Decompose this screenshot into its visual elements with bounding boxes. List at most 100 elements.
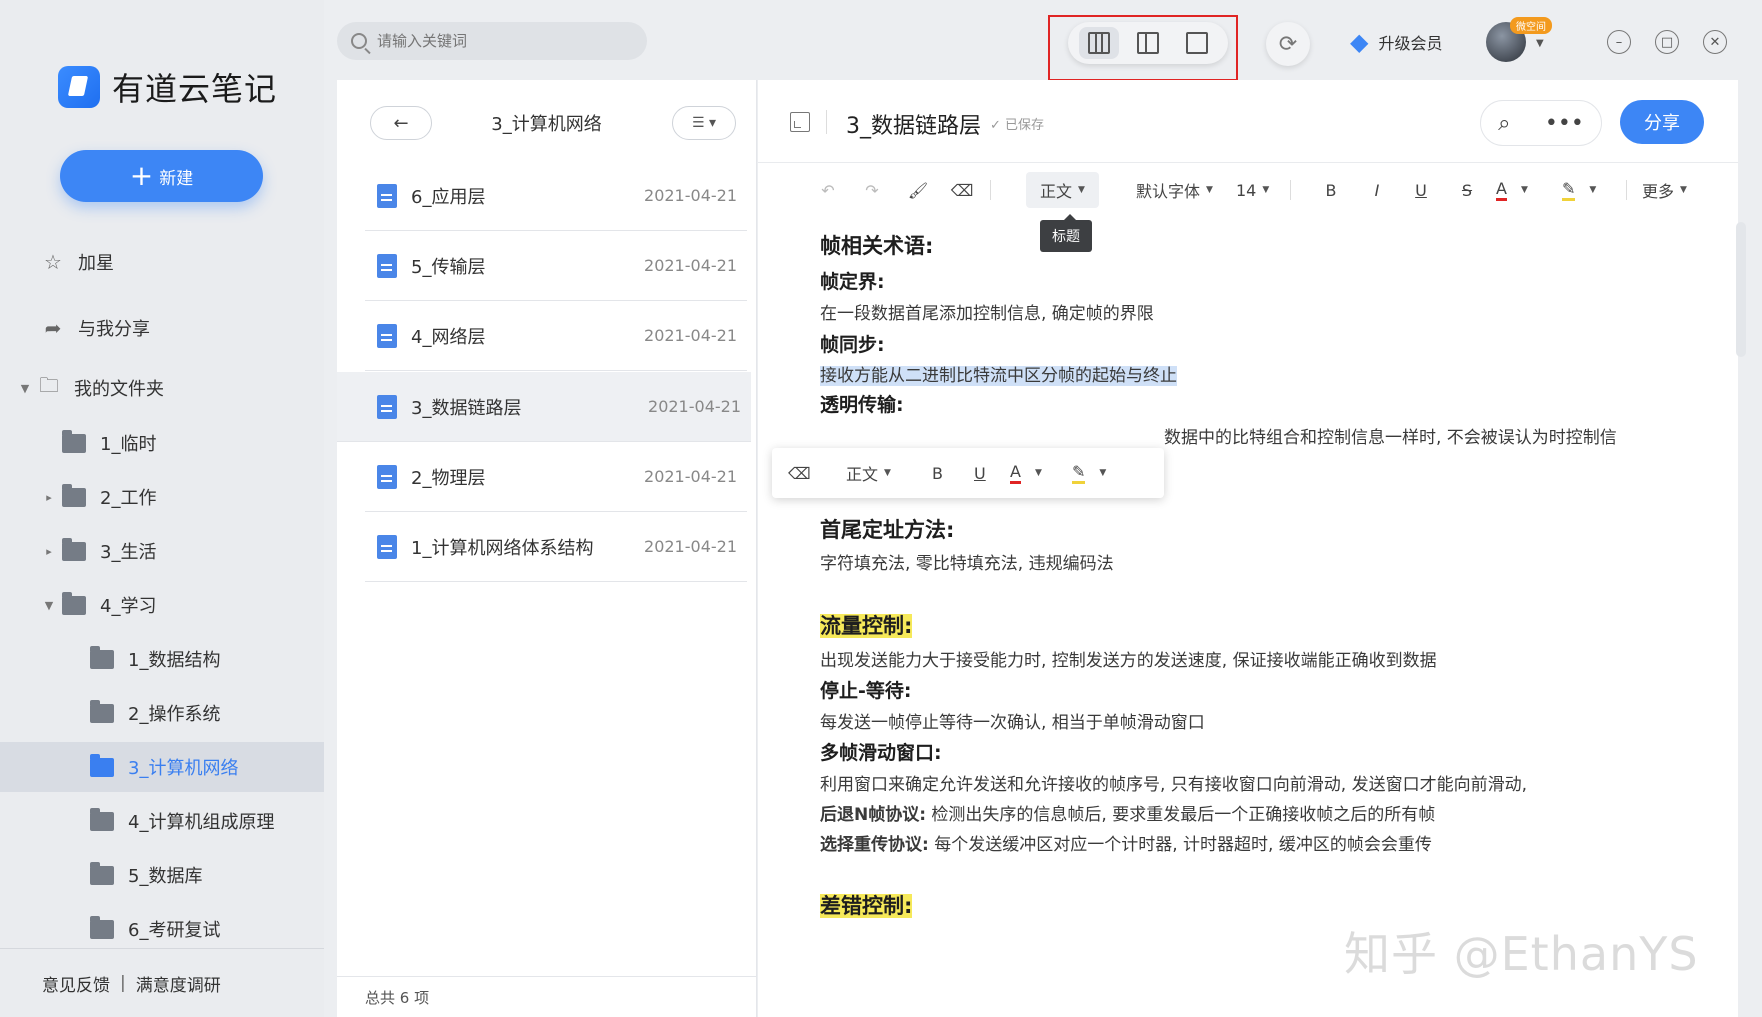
check-circle-icon: ✓ <box>990 118 1006 133</box>
highlight-button[interactable]: ✎ ▼ <box>1562 172 1596 208</box>
font-size-select[interactable]: 14 ▼ <box>1236 172 1269 208</box>
note-title: 2_物理层 <box>411 467 486 489</box>
sort-button[interactable]: ☰ ▾ <box>672 106 736 140</box>
note-list-header: ← 3_计算机网络 ☰ ▾ <box>337 80 756 166</box>
expand-icon[interactable] <box>790 112 810 132</box>
note-list-item[interactable]: 1_计算机网络体系结构 2021-04-21 <box>365 512 747 582</box>
chevron-down-icon[interactable]: ▼ <box>42 599 56 612</box>
font-color-button[interactable]: A ▼ <box>1010 448 1042 498</box>
folder-item[interactable]: ▸ 2_工作 <box>0 472 324 522</box>
italic-button[interactable]: I <box>1364 172 1390 208</box>
folder-item[interactable]: 2_操作系统 <box>0 688 324 738</box>
sidebar-item-my-folders[interactable]: ▼ 🗀 我的文件夹 <box>0 363 324 413</box>
folder-label: 3_生活 <box>100 542 157 563</box>
minimize-button[interactable]: – <box>1607 30 1631 54</box>
search-icon[interactable]: ⌕ <box>1498 111 1510 136</box>
share-arrow-icon: ➦ <box>44 316 62 340</box>
bold-button[interactable]: B <box>1318 172 1344 208</box>
maximize-button[interactable]: □ <box>1655 30 1679 54</box>
document-icon <box>377 394 397 419</box>
font-family-select[interactable]: 默认字体 ▼ <box>1136 172 1213 208</box>
close-button[interactable]: ✕ <box>1703 30 1727 54</box>
heading: 流量控制: <box>820 610 913 640</box>
paragraph: 后退N帧协议: 检测出失序的信息帧后, 要求重发最后一个正确接收帧之后的所有帧 <box>820 800 1435 825</box>
plus-icon: + <box>129 159 154 192</box>
folder-item[interactable]: 5_数据库 <box>0 850 324 900</box>
paragraph: 接收方能从二进制比特流中区分帧的起始与终止 <box>820 361 1177 386</box>
folder-icon <box>62 429 86 453</box>
paragraph: 数据中的比特组合和控制信息一样时, 不会被误认为时控制信 <box>1164 428 1617 448</box>
folder-item[interactable]: 1_临时 <box>0 418 324 468</box>
folder-item[interactable]: ▼ 4_学习 <box>0 580 324 630</box>
highlighter-icon: ✎ <box>1562 179 1576 201</box>
folder-icon <box>62 537 86 561</box>
minimize-icon: – <box>1615 34 1623 50</box>
bold-button[interactable]: B <box>932 448 943 498</box>
folder-icon <box>62 591 86 615</box>
more-button[interactable]: 更多 ▼ <box>1642 172 1687 208</box>
folder-item[interactable]: 6_考研复试 <box>0 904 324 954</box>
three-column-layout-button[interactable] <box>1078 27 1119 59</box>
search-bar[interactable] <box>337 22 647 60</box>
saved-status: ✓ 已保存 <box>990 114 1044 133</box>
format-painter-icon[interactable]: 🖌 <box>904 172 932 208</box>
note-list-item[interactable]: 2_物理层 2021-04-21 <box>365 442 747 512</box>
search-input[interactable] <box>377 32 617 50</box>
list-view-icon: ☰ ▾ <box>691 115 717 131</box>
undo-icon[interactable]: ↶ <box>814 172 842 208</box>
note-title-field[interactable]: 3_数据链路层 <box>846 108 981 140</box>
chevron-down-icon: ▼ <box>1099 468 1107 478</box>
eraser-icon[interactable]: ⌫ <box>788 448 811 498</box>
folder-item[interactable]: 4_计算机组成原理 <box>0 796 324 846</box>
new-note-button[interactable]: + 新建 <box>60 150 263 202</box>
note-list-item[interactable]: 4_网络层 2021-04-21 <box>365 301 747 371</box>
chevron-down-icon: ▼ <box>884 468 891 478</box>
folder-item[interactable]: ▸ 3_生活 <box>0 526 324 576</box>
subheading: 透明传输: <box>820 394 904 416</box>
single-column-icon <box>1186 32 1209 54</box>
eraser-icon[interactable]: ⌫ <box>948 172 976 208</box>
note-count: 总共 6 项 <box>337 976 757 1017</box>
single-column-layout-button[interactable] <box>1177 27 1217 59</box>
scrollbar[interactable] <box>1736 222 1746 357</box>
paragraph-style-value: 正文 <box>1040 182 1073 201</box>
highlighter-icon: ✎ <box>1072 462 1086 484</box>
underline-button[interactable]: U <box>1408 172 1434 208</box>
survey-link[interactable]: 满意度调研 <box>136 971 221 996</box>
strikethrough-button[interactable]: S <box>1454 172 1480 208</box>
folder-item[interactable]: 1_数据结构 <box>0 634 324 684</box>
three-column-icon <box>1087 32 1110 54</box>
feedback-link[interactable]: 意见反馈 <box>42 971 110 996</box>
highlight-button[interactable]: ✎ ▼ <box>1072 448 1106 498</box>
paragraph-style-select[interactable]: 正文 ▼ <box>1026 172 1099 208</box>
chevron-right-icon[interactable]: ▸ <box>42 545 56 558</box>
more-icon[interactable]: ••• <box>1545 111 1584 136</box>
two-column-layout-button[interactable] <box>1128 27 1168 59</box>
sidebar-item-starred[interactable]: ☆ 加星 <box>0 237 324 287</box>
note-list-item[interactable]: 6_应用层 2021-04-21 <box>365 161 747 231</box>
chevron-down-icon[interactable]: ▼ <box>1536 38 1544 49</box>
sync-button[interactable]: ⟳ <box>1266 22 1310 66</box>
avatar-badge: 微空间 <box>1510 17 1552 34</box>
sidebar-item-label: 我的文件夹 <box>74 379 164 400</box>
share-button[interactable]: 分享 <box>1620 100 1704 144</box>
note-title: 3_数据链路层 <box>411 397 522 419</box>
heading: 差错控制: <box>820 890 913 920</box>
chevron-down-icon: ▼ <box>1262 185 1270 195</box>
note-list-item[interactable]: 5_传输层 2021-04-21 <box>365 231 747 301</box>
font-color-button[interactable]: A ▼ <box>1496 172 1528 208</box>
folder-label: 4_计算机组成原理 <box>128 812 275 833</box>
chevron-down-icon[interactable]: ▼ <box>18 382 32 395</box>
paragraph-style-select[interactable]: 正文 ▼ <box>846 448 891 498</box>
inline-text: 每个发送缓冲区对应一个计时器, 计时器超时, 缓冲区的帧会会重传 <box>928 835 1432 855</box>
underline-button[interactable]: U <box>974 448 986 498</box>
folder-item-active[interactable]: 3_计算机网络 <box>0 742 324 792</box>
editor-actions: ⌕ ••• <box>1480 100 1602 146</box>
redo-icon[interactable]: ↷ <box>858 172 886 208</box>
note-list-item-active[interactable]: 3_数据链路层 2021-04-21 <box>337 372 751 442</box>
upgrade-vip-button[interactable]: ◆ 升级会员 <box>1350 28 1442 56</box>
inline-label: 后退N帧协议: <box>820 805 927 825</box>
note-date: 2021-04-21 <box>644 186 737 205</box>
chevron-right-icon[interactable]: ▸ <box>42 491 56 504</box>
sidebar-item-shared[interactable]: ➦ 与我分享 <box>0 303 324 353</box>
